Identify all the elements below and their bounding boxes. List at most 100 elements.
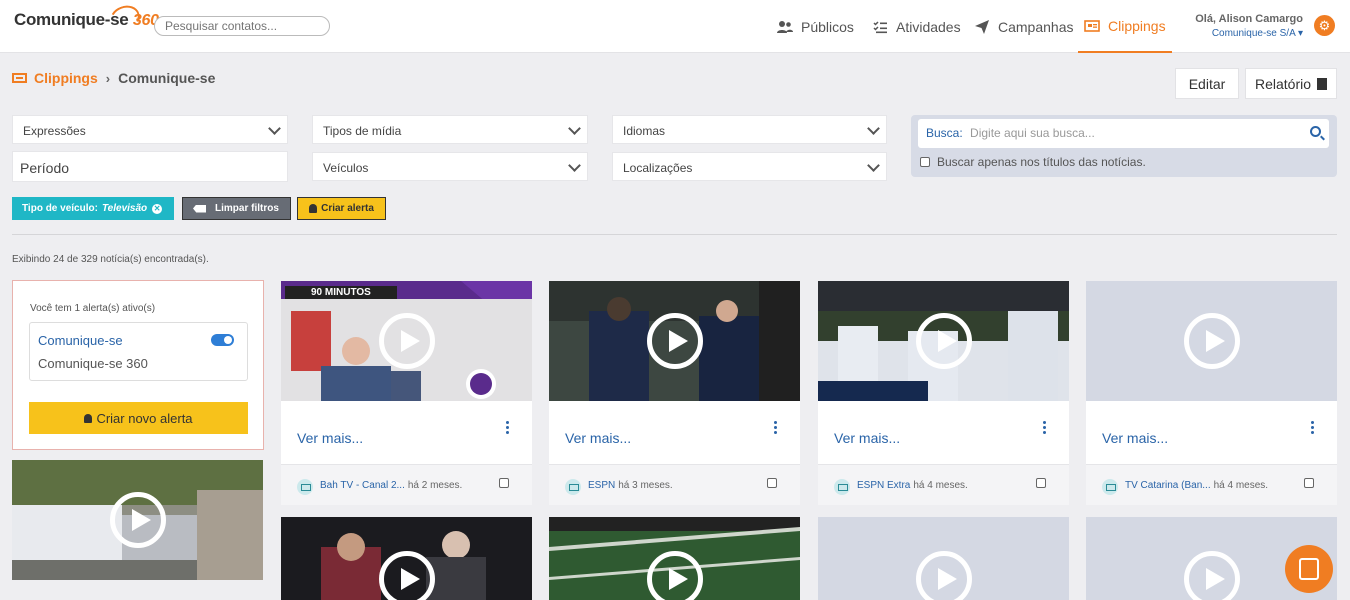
play-icon[interactable] — [109, 492, 166, 548]
filter-expressoes-label: Expressões — [23, 124, 86, 138]
see-more-link[interactable]: Ver mais... — [834, 430, 900, 446]
see-more-link[interactable]: Ver mais... — [1102, 430, 1168, 446]
alert-subtitle: Comunique-se 360 — [38, 356, 148, 371]
nav-clippings[interactable]: Clippings — [1078, 0, 1172, 53]
alert-item[interactable]: Comunique-se Comunique-se 360 — [29, 322, 248, 381]
clear-filters-button[interactable]: Limpar filtros — [182, 197, 291, 220]
active-alerts-text: Você tem 1 alerta(s) ativo(s) — [30, 303, 156, 314]
nav-campanhas-label: Campanhas — [998, 18, 1074, 35]
play-icon[interactable] — [915, 313, 972, 369]
filter-veiculos-label: Veículos — [323, 161, 369, 175]
select-checkbox[interactable] — [499, 478, 509, 488]
see-more-link[interactable]: Ver mais... — [297, 430, 363, 446]
video-thumbnail[interactable] — [281, 517, 532, 600]
kebab-menu-icon[interactable] — [1311, 421, 1315, 436]
play-icon[interactable] — [646, 551, 703, 600]
play-icon[interactable] — [378, 313, 435, 369]
titles-only-label: Buscar apenas nos títulos das notícias. — [937, 155, 1146, 169]
chat-launcher-icon[interactable] — [1285, 545, 1333, 593]
time-ago: há 3 meses. — [618, 480, 673, 491]
news-card[interactable]: Ver mais... TV Catarina (Ban... há 4 mese… — [1086, 281, 1337, 505]
kebab-menu-icon[interactable] — [774, 421, 778, 436]
news-card[interactable]: Ver mais... ESPN há 3 meses. — [549, 281, 800, 505]
contacts-search-input[interactable] — [154, 16, 330, 36]
user-greeting: Olá, Alison Camargo — [1195, 13, 1303, 25]
create-new-alert-button[interactable]: Criar novo alerta — [29, 402, 248, 434]
select-checkbox[interactable] — [1304, 478, 1314, 488]
create-alert-button[interactable]: Criar alerta — [297, 197, 386, 220]
video-thumbnail[interactable] — [549, 281, 800, 401]
video-thumbnail[interactable] — [818, 517, 1069, 600]
video-thumbnail[interactable] — [818, 281, 1069, 401]
alert-toggle[interactable] — [211, 334, 234, 346]
filter-idiomas[interactable]: Idiomas — [612, 115, 887, 144]
filter-expressoes[interactable]: Expressões — [12, 115, 288, 144]
search-icon[interactable] — [1310, 126, 1321, 137]
nav-atividades[interactable]: Atividades — [872, 0, 961, 53]
breadcrumb-clippings-link[interactable]: Clippings — [34, 70, 98, 86]
video-thumbnail[interactable] — [1086, 281, 1337, 401]
video-thumbnail[interactable] — [12, 460, 263, 580]
users-icon — [777, 20, 793, 33]
search-label: Busca: — [926, 126, 963, 140]
card-source[interactable]: Bah TV - Canal 2... há 2 meses. — [320, 480, 462, 491]
video-thumbnail[interactable]: 90 MINUTOS — [281, 281, 532, 401]
select-checkbox[interactable] — [1036, 478, 1046, 488]
gear-icon[interactable]: ⚙ — [1314, 15, 1335, 36]
pdf-icon — [1317, 77, 1328, 90]
tv-icon — [834, 479, 850, 495]
edit-button[interactable]: Editar — [1175, 68, 1239, 99]
card-source[interactable]: ESPN há 3 meses. — [588, 480, 673, 491]
chevron-down-icon — [867, 159, 880, 172]
nav-publicos[interactable]: Públicos — [777, 0, 854, 53]
play-icon[interactable] — [646, 313, 703, 369]
card-footer: ESPN há 3 meses. — [549, 464, 800, 505]
play-icon[interactable] — [915, 551, 972, 600]
tv-icon — [565, 479, 581, 495]
news-search-input[interactable]: Busca: Digite aqui sua busca... — [918, 119, 1329, 148]
source-name: ESPN Extra — [857, 480, 911, 491]
see-more-link[interactable]: Ver mais... — [565, 430, 631, 446]
chevron-down-icon — [867, 122, 880, 135]
select-checkbox[interactable] — [767, 478, 777, 488]
filter-localizacoes[interactable]: Localizações — [612, 152, 887, 181]
titles-only-checkbox[interactable] — [920, 157, 930, 167]
user-org-dropdown[interactable]: Comunique-se S/A ▾ — [1195, 28, 1303, 39]
card-footer: TV Catarina (Ban... há 4 meses. — [1086, 464, 1337, 505]
period-input[interactable]: Período — [12, 151, 288, 182]
newspaper-icon — [12, 73, 27, 83]
chip-tipo-value: Televisão — [101, 203, 148, 214]
thumbnail-caption: 90 MINUTOS — [285, 286, 397, 299]
chip-tipo-label: Tipo de veículo: — [22, 203, 98, 214]
close-icon[interactable]: ✕ — [152, 203, 163, 214]
nav-campanhas[interactable]: Campanhas — [974, 0, 1074, 53]
report-button[interactable]: Relatório — [1245, 68, 1337, 99]
card-source[interactable]: TV Catarina (Ban... há 4 meses. — [1125, 480, 1268, 491]
report-button-label: Relatório — [1254, 75, 1312, 92]
create-new-alert-label: Criar novo alerta — [96, 410, 193, 426]
filter-chip-tipo-veiculo[interactable]: Tipo de veículo: Televisão ✕ — [12, 197, 174, 220]
play-icon[interactable] — [378, 551, 435, 600]
filter-localizacoes-label: Localizações — [623, 161, 693, 175]
news-card[interactable]: Ver mais... ESPN Extra há 4 meses. — [818, 281, 1069, 505]
backspace-icon — [193, 204, 206, 213]
play-icon[interactable] — [1183, 313, 1240, 369]
tv-icon — [1102, 479, 1118, 495]
chevron-right-icon: › — [105, 70, 111, 86]
period-input-label: Período — [20, 160, 70, 176]
news-card[interactable]: 90 MINUTOS Ver mais... Bah TV - Canal 2.… — [281, 281, 532, 505]
titles-only-checkbox-row[interactable]: Buscar apenas nos títulos das notícias. — [920, 155, 1146, 169]
user-menu[interactable]: Olá, Alison Camargo Comunique-se S/A ▾ — [1195, 13, 1303, 39]
video-thumbnail[interactable] — [549, 517, 800, 600]
card-source[interactable]: ESPN Extra há 4 meses. — [857, 480, 968, 491]
filter-tipos-midia[interactable]: Tipos de mídia — [312, 115, 588, 144]
filter-veiculos[interactable]: Veículos — [312, 152, 588, 181]
top-bar: Comunique-se 360 Públicos Atividades Cam… — [0, 0, 1350, 53]
kebab-menu-icon[interactable] — [1043, 421, 1047, 436]
alert-name[interactable]: Comunique-se — [38, 333, 123, 348]
logo[interactable]: Comunique-se 360 — [14, 1, 159, 35]
nav-publicos-label: Públicos — [801, 18, 854, 35]
play-icon[interactable] — [1183, 551, 1240, 600]
nav-clippings-label: Clippings — [1108, 17, 1166, 34]
kebab-menu-icon[interactable] — [506, 421, 510, 436]
